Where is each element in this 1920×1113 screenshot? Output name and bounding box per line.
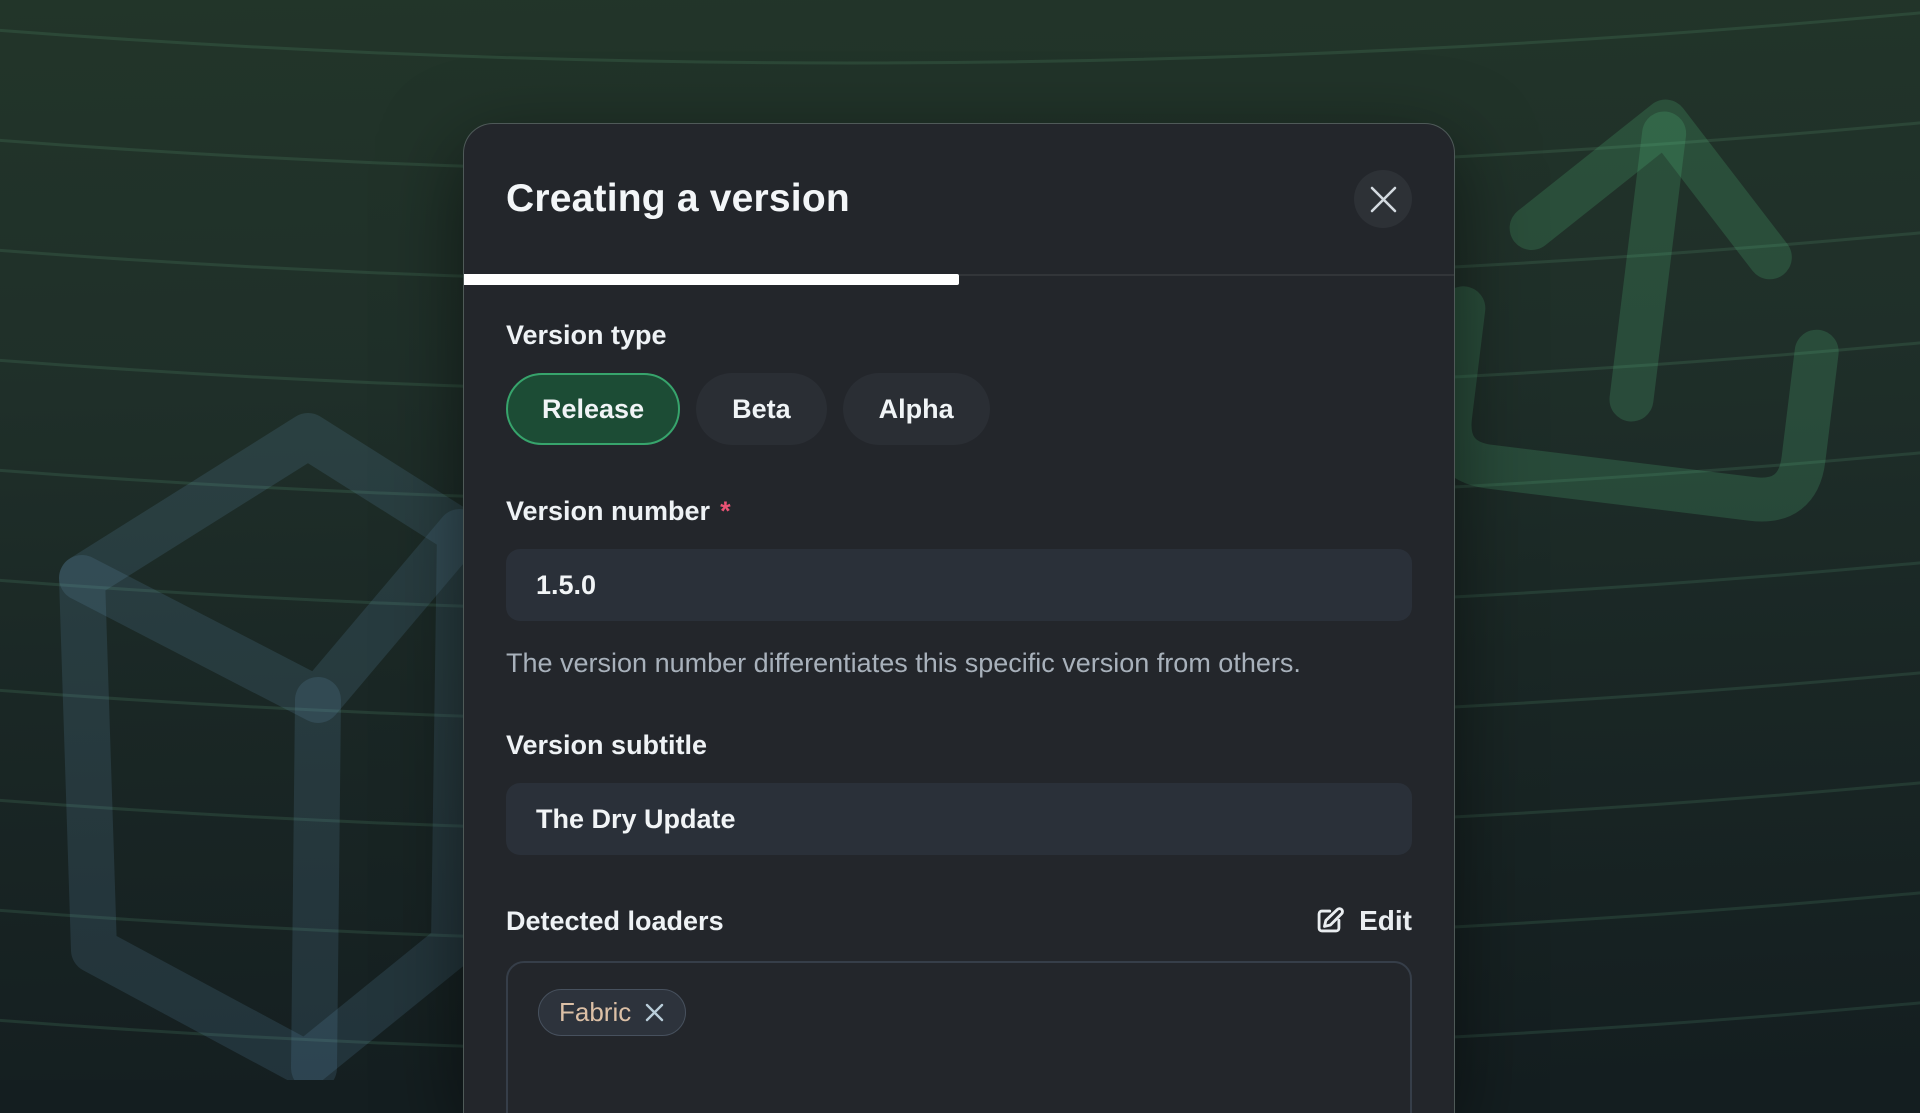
version-subtitle-section: Version subtitle (506, 729, 1412, 855)
upload-arrow-icon (1445, 100, 1843, 505)
remove-loader-icon[interactable] (644, 1002, 665, 1023)
create-version-modal: Creating a version Version type Release … (463, 123, 1455, 1113)
edit-label: Edit (1359, 905, 1412, 937)
version-type-section: Version type Release Beta Alpha (506, 319, 1412, 445)
loader-chip-fabric[interactable]: Fabric (538, 989, 686, 1036)
cube-icon (82, 436, 460, 1068)
close-button[interactable] (1354, 170, 1412, 228)
version-number-label: Version number* (506, 495, 1412, 527)
version-subtitle-label: Version subtitle (506, 729, 1412, 761)
edit-loaders-button[interactable]: Edit (1312, 904, 1412, 938)
modal-body: Version type Release Beta Alpha Version … (464, 283, 1454, 1113)
detected-loaders-header: Detected loaders Edit (506, 901, 1412, 941)
version-number-input[interactable] (506, 549, 1412, 621)
detected-loaders-label: Detected loaders (506, 905, 724, 937)
edit-pencil-icon (1312, 904, 1346, 938)
version-type-label: Version type (506, 319, 1412, 351)
modal-title: Creating a version (506, 177, 850, 221)
version-type-beta-button[interactable]: Beta (696, 373, 827, 445)
version-type-options: Release Beta Alpha (506, 373, 1412, 445)
version-number-section: Version number* The version number diffe… (506, 495, 1412, 685)
progress-track (464, 274, 1454, 283)
version-type-alpha-button[interactable]: Alpha (843, 373, 990, 445)
loader-chip-label: Fabric (559, 997, 631, 1028)
close-icon (1370, 186, 1397, 213)
modal-header: Creating a version (464, 124, 1454, 274)
version-type-release-button[interactable]: Release (506, 373, 680, 445)
detected-loaders-section: Detected loaders Edit Fabric (506, 901, 1412, 1113)
version-subtitle-input[interactable] (506, 783, 1412, 855)
version-number-help: The version number differentiates this s… (506, 641, 1351, 685)
required-asterisk: * (720, 496, 731, 526)
progress-fill (464, 274, 959, 285)
loaders-box: Fabric (506, 961, 1412, 1113)
